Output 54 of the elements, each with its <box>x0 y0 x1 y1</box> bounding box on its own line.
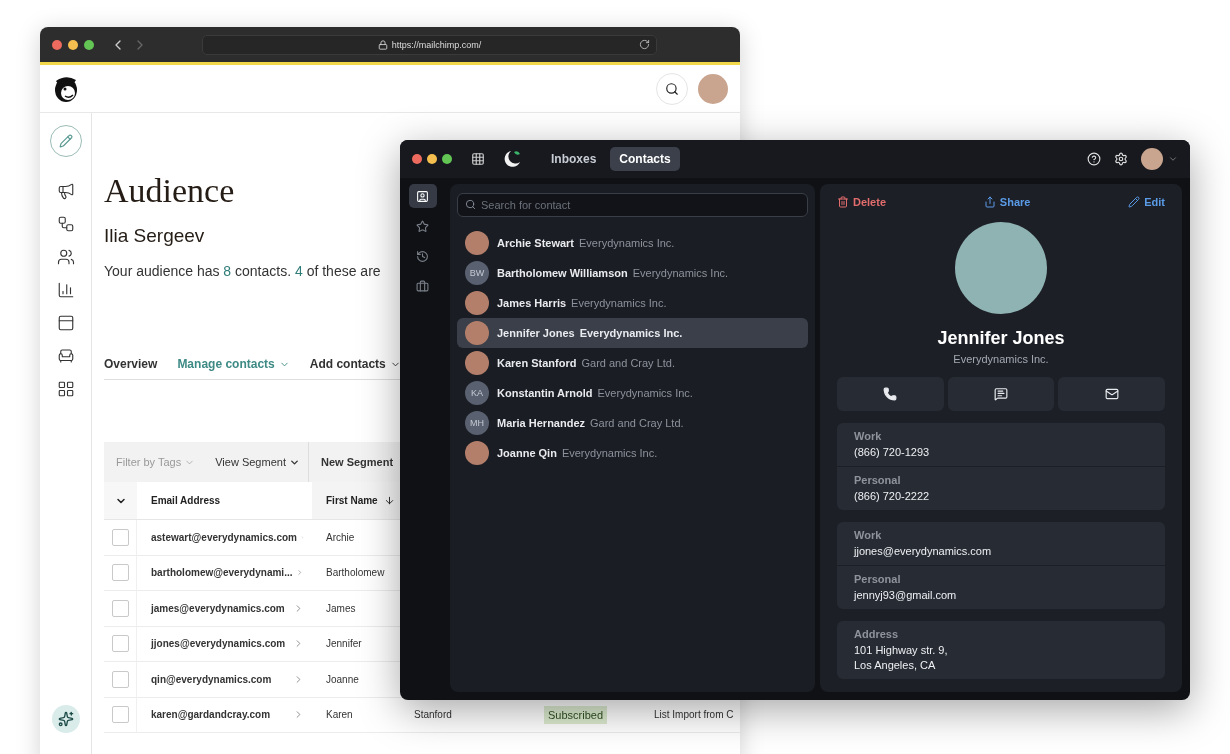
contact-row[interactable]: James Harris Everydynamics Inc. <box>457 288 808 318</box>
initials-avatar: KA <box>465 381 489 405</box>
contact-row[interactable]: MH Maria Hernandez Gard and Cray Ltd. <box>457 408 808 438</box>
email-cell[interactable]: astewart@everydynamics.com <box>151 531 297 543</box>
app-tab[interactable]: Inboxes <box>542 147 606 171</box>
table-cell: Joanne <box>326 673 359 685</box>
contact-row[interactable]: Archie Stewart Everydynamics Inc. <box>457 228 808 258</box>
table-cell: Karen <box>326 709 353 721</box>
field-value: jennyj93@gmail.com <box>854 588 958 603</box>
field-value: (866) 720-2222 <box>854 489 931 504</box>
initials-avatar: BW <box>465 261 489 285</box>
contact-row[interactable]: KA Konstantin Arnold Everydynamics Inc. <box>457 378 808 408</box>
contact-company: Everydynamics Inc. <box>952 353 1050 365</box>
edit-button[interactable]: Edit <box>1128 196 1165 208</box>
column-header[interactable]: First Name <box>312 482 400 520</box>
field-value: (866) 720-1293 <box>854 445 931 460</box>
contact-name: Jennifer Jones <box>936 328 1066 349</box>
email-cell[interactable]: karen@gardandcray.com <box>151 709 271 721</box>
app-tab[interactable]: Contacts <box>610 147 680 171</box>
status-badge: Subscribed <box>544 705 608 724</box>
search-field[interactable]: Search for contact <box>457 193 808 217</box>
audience-summary: Your audience has 8 contacts. 4 of these are <box>104 263 381 279</box>
field-label: Work <box>854 529 883 541</box>
filter-dropdown[interactable]: View Segment <box>215 442 300 482</box>
table-cell: List Import from C <box>654 709 734 721</box>
field-label: Personal <box>854 573 902 585</box>
delete-button[interactable]: Delete <box>837 196 887 208</box>
account-name: Ilia Sergeev <box>104 225 205 247</box>
table-cell: Stanford <box>414 709 452 721</box>
email-cell[interactable]: james@everydynamics.com <box>151 602 285 614</box>
field-label: Address <box>854 628 900 640</box>
table-cell: Jennifer <box>326 638 362 650</box>
table-cell: Bartholomew <box>326 567 385 579</box>
share-button[interactable]: Share <box>983 196 1031 208</box>
initials-avatar: MH <box>465 411 489 435</box>
contact-row[interactable]: Karen Stanford Gard and Cray Ltd. <box>457 348 808 378</box>
url-text: https://mailchimp.com/ <box>391 39 482 50</box>
field-label: Work <box>854 430 883 442</box>
address-bar[interactable]: https://mailchimp.com/ <box>202 34 657 55</box>
table-cell: Archie <box>326 531 355 543</box>
page-title: Audience <box>104 171 235 211</box>
field-label: Personal <box>854 474 902 486</box>
email-cell[interactable]: jjones@everydynamics.com <box>151 638 286 650</box>
contact-row[interactable]: BW Bartholomew Williamson Everydynamics Inc. <box>457 258 808 288</box>
email-cell[interactable]: bartholomew@everydynami... <box>151 567 293 579</box>
nav-tab[interactable]: Overview <box>104 357 158 371</box>
nav-tab[interactable]: Add contacts <box>309 357 401 371</box>
table-cell: James <box>326 602 356 614</box>
contact-row[interactable]: Jennifer Jones Everydynamics Inc. <box>457 318 808 348</box>
field-value: 101 Highway str. 9, Los Angeles, CA <box>854 643 949 673</box>
contact-row[interactable]: Joanne Qin Everydynamics Inc. <box>457 438 808 468</box>
email-cell[interactable]: qin@everydynamics.com <box>151 673 272 685</box>
nav-tab[interactable]: Manage contacts <box>177 357 290 371</box>
field-value: jjones@everydynamics.com <box>854 544 993 559</box>
